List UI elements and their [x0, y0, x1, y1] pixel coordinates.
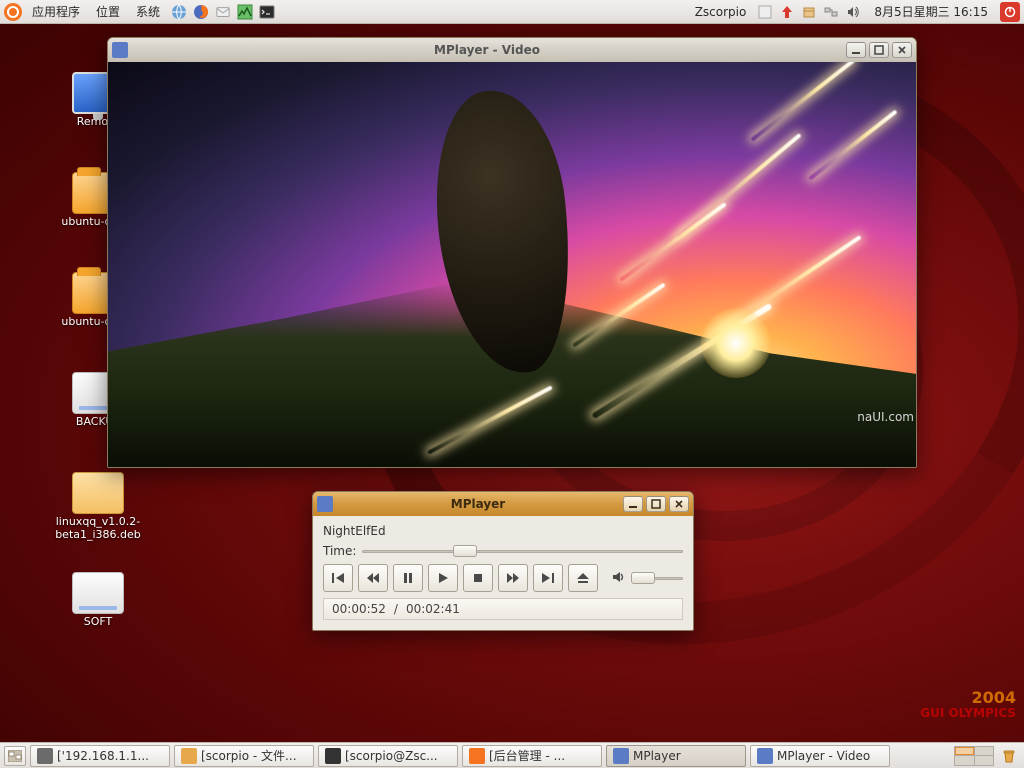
volume-icon [611, 569, 627, 588]
track-name: NightElfEd [323, 524, 683, 538]
titlebar[interactable]: MPlayer - Video [108, 38, 916, 62]
clock[interactable]: 8月5日星期三 16:15 [866, 3, 996, 20]
user-menu[interactable]: Zscorpio [689, 5, 753, 19]
watermark: 2004 GUI OLYMPICS [920, 689, 1016, 720]
menu-places[interactable]: 位置 [90, 3, 126, 20]
transport-controls [323, 564, 683, 592]
time-total: 00:02:41 [406, 602, 460, 616]
task-label: [scorpio - 文件... [201, 747, 297, 764]
package-icon[interactable] [800, 3, 818, 21]
time-label: Time: [323, 544, 356, 558]
close-button[interactable] [669, 496, 689, 512]
update-icon[interactable] [778, 3, 796, 21]
desktop: 2004 GUI OLYMPICS 应用程序 位置 系统 Zscorpio 8月… [0, 0, 1024, 768]
minimize-button[interactable] [846, 42, 866, 58]
firefox-icon[interactable] [192, 3, 210, 21]
mail-icon[interactable] [214, 3, 232, 21]
video-canvas: naUI.com [108, 62, 916, 467]
rewind-button[interactable] [358, 564, 388, 592]
taskbar-item-2[interactable]: [scorpio@Zsc... [318, 745, 458, 767]
window-mplayer-controller[interactable]: MPlayer NightElfEd Time: [312, 491, 694, 631]
video-overlay-url: naUI.com [851, 409, 916, 425]
pause-button[interactable] [393, 564, 423, 592]
volume-slider[interactable] [633, 571, 683, 585]
terminal-icon[interactable] [258, 3, 276, 21]
task-label: [后台管理 - ... [489, 747, 565, 764]
system-monitor-icon[interactable] [236, 3, 254, 21]
task-label: ['192.168.1.1... [57, 749, 149, 763]
package-icon [72, 472, 124, 514]
show-desktop-button[interactable] [4, 746, 26, 766]
ubuntu-logo-icon[interactable] [4, 3, 22, 21]
fast-forward-button[interactable] [498, 564, 528, 592]
task-app-icon [613, 748, 629, 764]
window-mplayer-video[interactable]: MPlayer - Video naUI.com [107, 37, 917, 468]
task-app-icon [469, 748, 485, 764]
play-button[interactable] [428, 564, 458, 592]
top-panel: 应用程序 位置 系统 Zscorpio 8月5日星期三 16:15 [0, 0, 1024, 24]
window-title: MPlayer [337, 497, 619, 511]
time-elapsed: 00:00:52 [332, 602, 386, 616]
taskbar-item-0[interactable]: ['192.168.1.1... [30, 745, 170, 767]
app-icon [112, 42, 128, 58]
taskbar-item-3[interactable]: [后台管理 - ... [462, 745, 602, 767]
minimize-button[interactable] [623, 496, 643, 512]
maximize-button[interactable] [869, 42, 889, 58]
globe-icon[interactable] [170, 3, 188, 21]
task-app-icon [757, 748, 773, 764]
maximize-button[interactable] [646, 496, 666, 512]
task-label: MPlayer [633, 749, 681, 763]
menu-applications[interactable]: 应用程序 [26, 3, 86, 20]
drive-icon [72, 572, 124, 614]
shutdown-button[interactable] [1000, 2, 1020, 22]
volume-icon[interactable] [844, 3, 862, 21]
eject-button[interactable] [568, 564, 598, 592]
desktop-icon-deb-package[interactable]: linuxqq_v1.0.2-beta1_i386.deb [50, 472, 146, 541]
taskbar-item-4[interactable]: MPlayer [606, 745, 746, 767]
controller-body: NightElfEd Time: [313, 516, 693, 630]
taskbar-item-5[interactable]: MPlayer - Video [750, 745, 890, 767]
close-button[interactable] [892, 42, 912, 58]
task-app-icon [181, 748, 197, 764]
skip-forward-button[interactable] [533, 564, 563, 592]
window-title: MPlayer - Video [132, 43, 842, 57]
desktop-icon-drive-soft[interactable]: SOFT [50, 572, 146, 629]
skip-back-button[interactable] [323, 564, 353, 592]
titlebar[interactable]: MPlayer [313, 492, 693, 516]
network-icon[interactable] [822, 3, 840, 21]
app-icon [317, 496, 333, 512]
tray-icon-1[interactable] [756, 3, 774, 21]
task-label: [scorpio@Zsc... [345, 749, 438, 763]
task-app-icon [37, 748, 53, 764]
menu-system[interactable]: 系统 [130, 3, 166, 20]
trash-icon[interactable] [998, 745, 1020, 767]
bottom-panel: ['192.168.1.1... [scorpio - 文件... [scorpio… [0, 742, 1024, 768]
workspace-switcher[interactable] [954, 746, 994, 766]
task-label: MPlayer - Video [777, 749, 870, 763]
seek-slider[interactable] [362, 544, 683, 558]
task-app-icon [325, 748, 341, 764]
taskbar-item-1[interactable]: [scorpio - 文件... [174, 745, 314, 767]
status-bar: 00:00:52 / 00:02:41 [323, 598, 683, 620]
stop-button[interactable] [463, 564, 493, 592]
